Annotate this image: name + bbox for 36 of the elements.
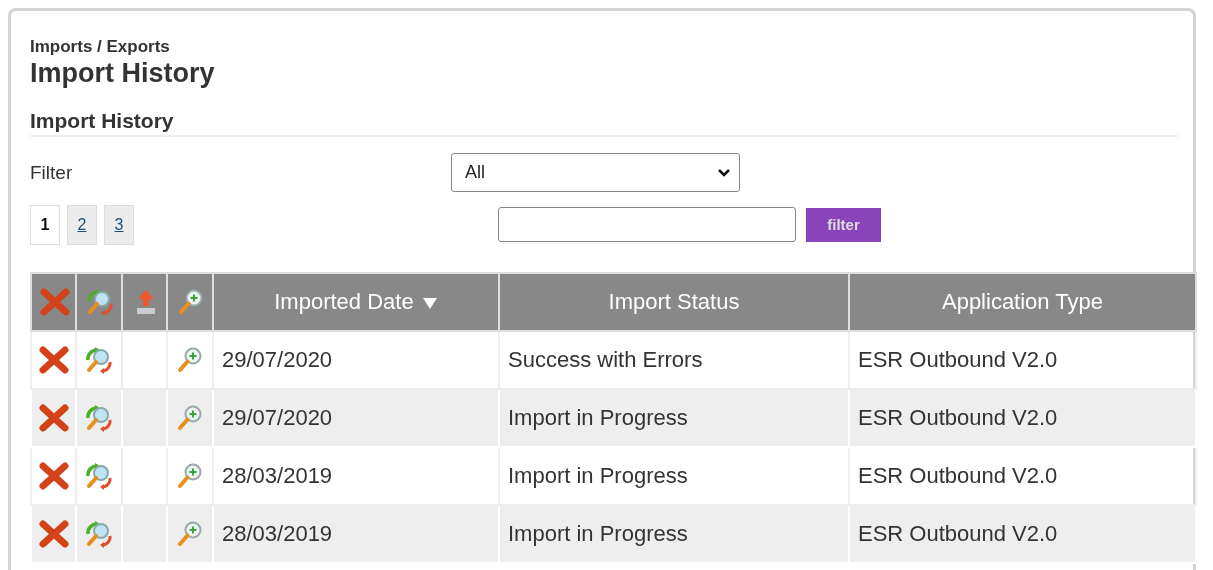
magnifier-arrows-icon[interactable] bbox=[85, 404, 113, 433]
table-cell: ESR Outbound V2.0 bbox=[849, 505, 1196, 563]
table-cell: 29/07/2020 bbox=[213, 389, 499, 447]
zoom-in-icon[interactable] bbox=[176, 520, 204, 549]
page-button[interactable]: 3 bbox=[104, 204, 134, 245]
magnifier-arrows-icon[interactable] bbox=[85, 520, 113, 549]
column-header[interactable]: Import Status bbox=[499, 273, 849, 331]
filter-button[interactable]: filter bbox=[806, 207, 881, 242]
table-cell: ESR Outbound V2.0 bbox=[849, 389, 1196, 447]
delete-icon[interactable] bbox=[38, 462, 69, 491]
page-button[interactable]: 2 bbox=[67, 204, 97, 245]
filter-label: Filter bbox=[30, 161, 74, 184]
zoom-in-icon[interactable] bbox=[176, 346, 204, 375]
zoom-in-icon bbox=[177, 288, 205, 317]
filter-dropdown[interactable]: All bbox=[451, 153, 740, 192]
chevron-down-icon bbox=[717, 167, 731, 178]
table-cell: Import in Progress bbox=[499, 389, 849, 447]
column-header[interactable]: Application Type bbox=[849, 273, 1196, 331]
column-header[interactable]: Imported Date bbox=[213, 273, 499, 331]
page-button[interactable]: 1 bbox=[30, 204, 60, 245]
zoom-in-icon[interactable] bbox=[176, 462, 204, 491]
search-field[interactable] bbox=[498, 207, 796, 242]
table-cell: 28/03/2019 bbox=[213, 505, 499, 563]
magnifier-arrows-icon[interactable] bbox=[85, 462, 113, 491]
page-title: Import History bbox=[30, 58, 215, 89]
delete-icon[interactable] bbox=[38, 404, 69, 433]
delete-icon bbox=[39, 288, 70, 317]
delete-icon[interactable] bbox=[38, 346, 69, 375]
breadcrumb: Imports / Exports bbox=[30, 37, 170, 57]
magnifier-arrows-icon bbox=[86, 288, 114, 317]
zoom-in-icon[interactable] bbox=[176, 404, 204, 433]
table-cell: Import in Progress bbox=[499, 505, 849, 563]
section-title: Import History bbox=[30, 109, 174, 133]
magnifier-arrows-icon[interactable] bbox=[85, 346, 113, 375]
sort-descending-icon bbox=[421, 296, 438, 311]
delete-icon[interactable] bbox=[38, 520, 69, 549]
